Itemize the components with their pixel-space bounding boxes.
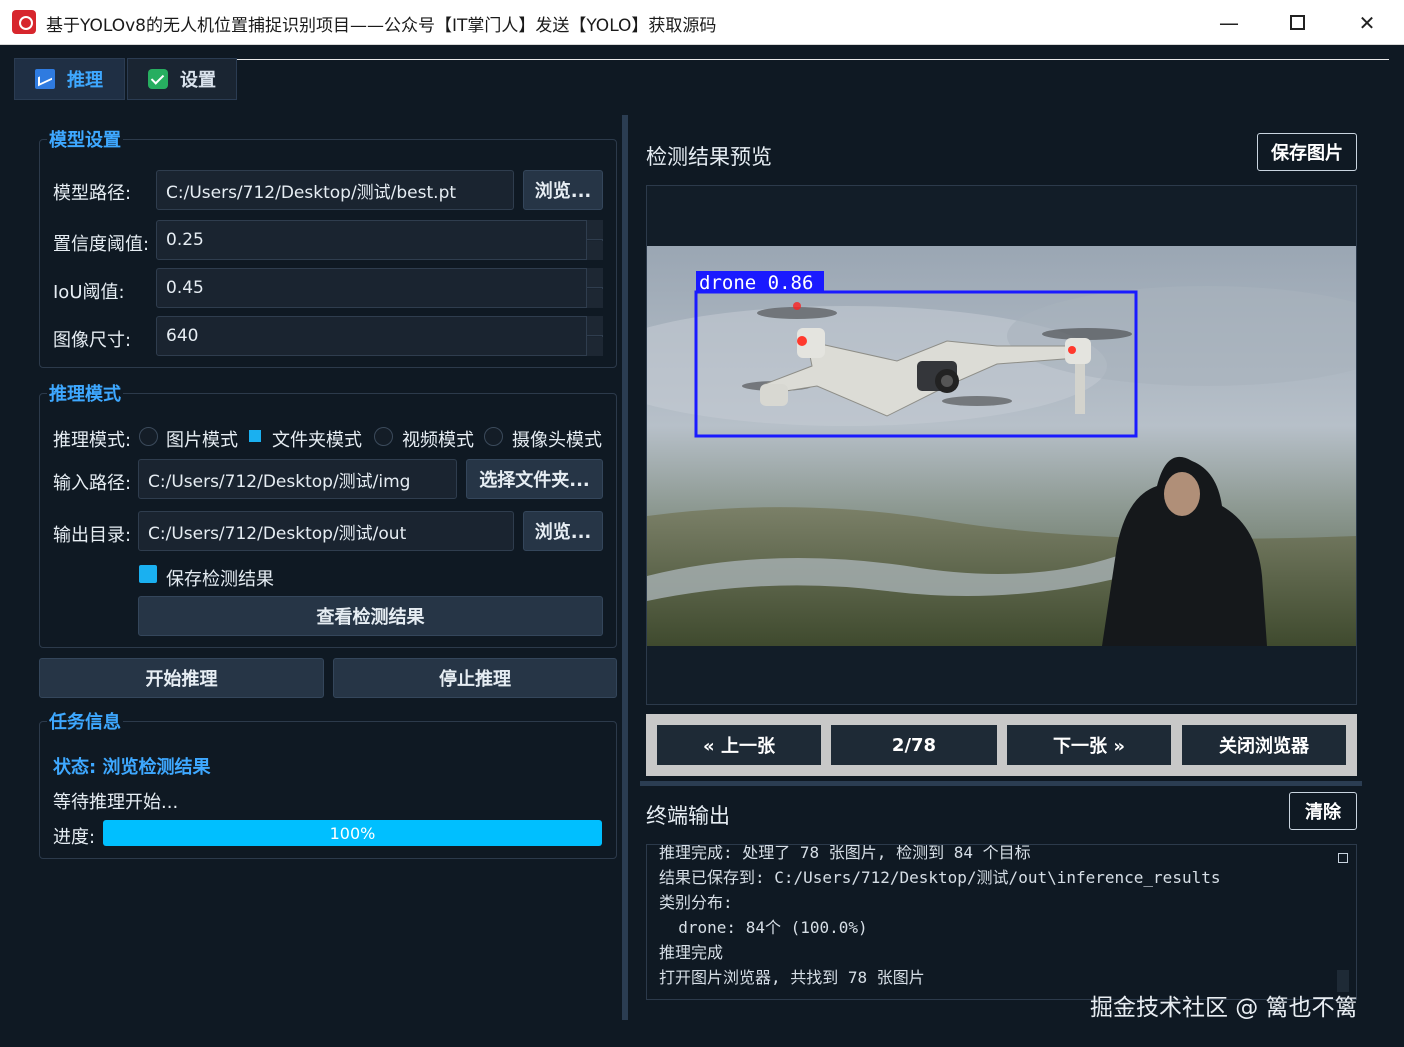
mode-label: 推理模式:	[53, 430, 132, 451]
check-icon	[148, 69, 168, 89]
terminal-line: drone: 84个 (100.0%)	[659, 918, 868, 937]
image-size-stepper[interactable]	[586, 316, 603, 356]
terminal-line: 类别分布:	[659, 893, 733, 912]
radio-folder-mode[interactable]	[249, 430, 261, 442]
view-results-button[interactable]: 查看检测结果	[138, 596, 603, 636]
model-browse-button[interactable]: 浏览...	[523, 170, 603, 210]
model-path-label: 模型路径:	[53, 183, 132, 204]
select-folder-button[interactable]: 选择文件夹...	[466, 459, 603, 499]
start-inference-button[interactable]: 开始推理	[39, 658, 324, 698]
save-results-label[interactable]: 保存检测结果	[166, 565, 274, 591]
model-path-input[interactable]: C:/Users/712/Desktop/测试/best.pt	[156, 170, 514, 210]
output-dir-label: 输出目录:	[53, 525, 132, 546]
iou-stepper[interactable]	[586, 268, 603, 308]
preview-panel: drone 0.86	[646, 185, 1357, 705]
save-results-checkbox[interactable]	[139, 565, 157, 583]
confidence-stepper[interactable]	[586, 220, 603, 260]
next-image-button[interactable]: 下一张 »	[1007, 725, 1171, 765]
minimize-icon: —	[1219, 10, 1239, 35]
image-mode-label[interactable]: 图片模式	[166, 426, 238, 452]
output-browse-button[interactable]: 浏览...	[523, 511, 603, 551]
vertical-splitter[interactable]	[622, 115, 628, 1020]
window-title: 基于YOLOv8的无人机位置捕捉识别项目——公众号【IT掌门人】发送【YOLO】…	[46, 16, 717, 36]
confidence-spinbox[interactable]: 0.25	[156, 220, 603, 260]
radio-camera-mode[interactable]	[484, 427, 503, 446]
preview-title: 检测结果预览	[646, 145, 772, 169]
status-message: 等待推理开始...	[53, 792, 179, 813]
status-text: 状态: 浏览检测结果	[53, 757, 211, 778]
app-window: 基于YOLOv8的无人机位置捕捉识别项目——公众号【IT掌门人】发送【YOLO】…	[0, 0, 1404, 1047]
image-counter: 2/78	[831, 725, 997, 765]
close-window-button[interactable]: ✕	[1332, 0, 1402, 45]
close-browser-button[interactable]: 关闭浏览器	[1182, 725, 1346, 765]
watermark: 掘金技术社区 @ 篱也不篱	[1090, 995, 1358, 1021]
inference-mode-title: 推理模式	[47, 380, 123, 406]
terminal-line: 推理完成	[659, 943, 724, 962]
clear-terminal-button[interactable]: 清除	[1289, 792, 1357, 830]
app-logo-icon	[12, 10, 36, 34]
camera-mode-label[interactable]: 摄像头模式	[512, 426, 602, 452]
maximize-icon	[1289, 15, 1305, 30]
radio-video-mode[interactable]	[374, 427, 393, 446]
task-info-title: 任务信息	[47, 708, 123, 734]
horizontal-splitter[interactable]	[640, 781, 1362, 786]
tab-settings-label: 设置	[180, 70, 216, 91]
image-navigation: « 上一张 2/78 下一张 » 关闭浏览器	[646, 714, 1357, 776]
stop-inference-button[interactable]: 停止推理	[333, 658, 617, 698]
detection-image: drone 0.86	[647, 246, 1356, 646]
close-icon: ✕	[1358, 10, 1376, 35]
title-bar: 基于YOLOv8的无人机位置捕捉识别项目——公众号【IT掌门人】发送【YOLO】…	[0, 0, 1404, 45]
maximize-button[interactable]	[1262, 0, 1332, 45]
terminal-line: 打开图片浏览器, 共找到 78 张图片	[659, 968, 925, 987]
terminal-title: 终端输出	[646, 804, 730, 828]
terminal-output[interactable]: 推理完成: 处理了 78 张图片, 检测到 84 个目标 结果已保存到: C:/…	[646, 844, 1357, 1000]
iou-label: IoU阈值:	[53, 282, 125, 303]
tab-settings[interactable]: 设置	[127, 58, 237, 100]
video-mode-label[interactable]: 视频模式	[402, 426, 474, 452]
progress-label: 进度:	[53, 827, 96, 848]
model-settings-title: 模型设置	[47, 126, 123, 152]
terminal-scrollbar[interactable]	[1336, 852, 1350, 994]
terminal-line: 结果已保存到: C:/Users/712/Desktop/测试/out\infe…	[659, 868, 1221, 887]
image-size-label: 图像尺寸:	[53, 330, 132, 351]
folder-mode-label[interactable]: 文件夹模式	[272, 426, 362, 452]
terminal-line: 推理完成: 处理了 78 张图片, 检测到 84 个目标	[659, 844, 1031, 862]
input-path-field[interactable]: C:/Users/712/Desktop/测试/img	[138, 459, 457, 499]
tab-inference[interactable]: 推理	[14, 58, 125, 100]
detection-label: drone 0.86	[699, 272, 813, 294]
scroll-up-icon[interactable]	[1338, 853, 1348, 863]
previous-image-button[interactable]: « 上一张	[657, 725, 821, 765]
chart-icon	[35, 69, 55, 89]
progress-bar: 100%	[103, 820, 602, 846]
tab-inference-label: 推理	[67, 70, 103, 91]
iou-spinbox[interactable]: 0.45	[156, 268, 603, 308]
minimize-button[interactable]: —	[1194, 0, 1264, 45]
output-dir-field[interactable]: C:/Users/712/Desktop/测试/out	[138, 511, 514, 551]
radio-image-mode[interactable]	[139, 427, 158, 446]
image-size-spinbox[interactable]: 640	[156, 316, 603, 356]
input-path-label: 输入路径:	[53, 473, 132, 494]
progress-text: 100%	[329, 823, 376, 843]
save-image-button[interactable]: 保存图片	[1257, 133, 1357, 171]
tab-bar-divider	[237, 59, 1389, 60]
confidence-label: 置信度阈值:	[53, 234, 150, 255]
